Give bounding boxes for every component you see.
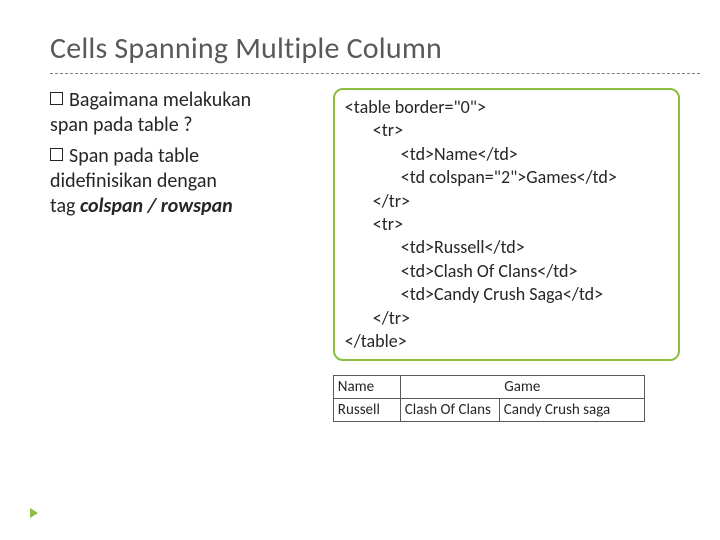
table-cell-name: Russell [333,399,400,422]
bullet-2-line2: didefinisikan dengan [50,169,323,194]
bullet-1: Bagaimana melakukan span pada table ? [50,88,323,138]
bullet-square-icon [50,148,63,161]
corner-arrow-icon [30,508,38,518]
table-row: Russell Clash Of Clans Candy Crush saga [333,399,644,422]
left-column: Bagaimana melakukan span pada table ? Sp… [50,88,333,422]
code-line: <tr> [373,119,668,142]
code-line: </tr> [373,307,668,330]
code-line: <td>Name</td> [401,143,668,166]
bullet-square-icon [50,92,63,105]
code-box: <table border="0"> <tr> <td>Name</td> <t… [333,88,680,361]
code-line: <tr> [373,213,668,236]
code-line: <td>Clash Of Clans</td> [401,260,668,283]
result-table: Name Game Russell Clash Of Clans Candy C… [333,375,645,422]
bullet-1-line2: span pada table ? [50,113,323,138]
code-line: </tr> [373,190,668,213]
bullet-2-line3: tag colspan / rowspan [50,194,323,219]
table-row: Name Game [333,376,644,399]
code-line: </table> [345,330,668,353]
content-columns: Bagaimana melakukan span pada table ? Sp… [50,88,680,422]
title-divider [50,73,700,74]
code-line: <td colspan="2">Games</td> [401,166,668,189]
slide-title: Cells Spanning Multiple Column [50,30,680,67]
code-line: <td>Candy Crush Saga</td> [401,283,668,306]
bullet-2-pre: tag [50,194,80,218]
bullet-2-emph: colspan / rowspan [80,194,233,218]
bullet-1-line1: Bagaimana melakukan [69,88,251,112]
slide: Cells Spanning Multiple Column Bagaimana… [0,0,720,540]
bullet-2-line1: Span pada table [69,144,199,168]
right-column: <table border="0"> <tr> <td>Name</td> <t… [333,88,680,422]
table-header-name: Name [333,376,400,399]
table-cell-game2: Candy Crush saga [499,399,644,422]
bullet-2: Span pada table didefinisikan dengan tag… [50,144,323,219]
table-cell-game1: Clash Of Clans [400,399,499,422]
table-header-game: Game [400,376,644,399]
code-line: <td>Russell</td> [401,236,668,259]
code-line: <table border="0"> [345,96,668,119]
